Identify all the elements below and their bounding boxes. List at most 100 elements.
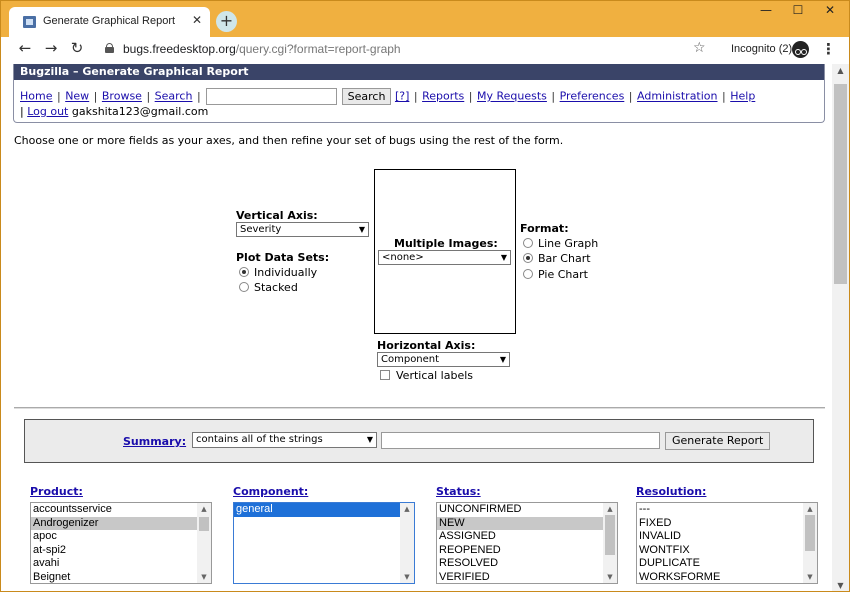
scroll-up-icon[interactable]: ▲ bbox=[400, 505, 414, 513]
list-item[interactable]: RESOLVED bbox=[437, 557, 603, 571]
back-icon[interactable]: ← bbox=[15, 39, 35, 57]
scroll-down-icon[interactable]: ▼ bbox=[603, 573, 617, 581]
listbox-scrollbar[interactable]: ▲ ▼ bbox=[603, 503, 617, 583]
list-item[interactable]: NEW bbox=[437, 516, 603, 530]
lock-icon[interactable] bbox=[105, 43, 114, 53]
vertical-axis-value: Severity bbox=[240, 224, 282, 235]
status-label[interactable]: Status: bbox=[436, 485, 481, 498]
list-item[interactable]: VERIFIED bbox=[437, 571, 603, 584]
star-icon[interactable]: ☆ bbox=[693, 40, 706, 56]
summary-label[interactable]: Summary: bbox=[123, 435, 186, 448]
page-scrollbar[interactable]: ▲ ▼ bbox=[832, 64, 849, 591]
status-listbox[interactable]: UNCONFIRMED NEW ASSIGNED REOPENED RESOLV… bbox=[436, 502, 618, 584]
nav-new[interactable]: New bbox=[65, 90, 89, 103]
nav-my-requests[interactable]: My Requests bbox=[477, 90, 547, 103]
component-listbox[interactable]: general ▲ ▼ bbox=[233, 502, 415, 584]
list-item[interactable]: --- bbox=[637, 503, 803, 517]
incognito-label[interactable]: Incognito (2) bbox=[731, 43, 792, 55]
bugzilla-header: Bugzilla – Generate Graphical Report Hom… bbox=[13, 64, 825, 123]
scroll-down-icon[interactable]: ▼ bbox=[832, 581, 849, 590]
tab-title: Generate Graphical Report bbox=[43, 15, 176, 27]
maximize-button[interactable]: ☐ bbox=[783, 3, 813, 17]
search-help-link[interactable]: [?] bbox=[395, 90, 409, 103]
list-item[interactable]: ASSIGNED bbox=[437, 530, 603, 544]
list-item[interactable]: avahi bbox=[31, 557, 197, 571]
divider bbox=[14, 407, 825, 409]
product-listbox[interactable]: accountsservice Androgenizer apoc at-spi… bbox=[30, 502, 212, 584]
list-item[interactable]: FIXED bbox=[637, 517, 803, 531]
nav-browse[interactable]: Browse bbox=[102, 90, 142, 103]
listbox-scrollbar[interactable]: ▲ ▼ bbox=[400, 503, 414, 583]
vertical-axis-select[interactable]: Severity ▼ bbox=[236, 222, 369, 237]
list-item[interactable]: Androgenizer bbox=[31, 516, 197, 530]
nav-preferences[interactable]: Preferences bbox=[560, 90, 625, 103]
scroll-thumb[interactable] bbox=[199, 517, 209, 531]
generate-report-button[interactable]: Generate Report bbox=[665, 432, 771, 450]
radio-selected-icon bbox=[523, 253, 533, 263]
list-item[interactable]: Beignet bbox=[31, 571, 197, 584]
product-label[interactable]: Product: bbox=[30, 485, 83, 498]
list-item[interactable]: WONTFIX bbox=[637, 544, 803, 558]
scroll-thumb[interactable] bbox=[605, 515, 615, 555]
summary-box: Summary: contains all of the strings ▼ Ge… bbox=[24, 419, 814, 463]
scroll-up-icon[interactable]: ▲ bbox=[197, 505, 211, 513]
listbox-scrollbar[interactable]: ▲ ▼ bbox=[803, 503, 817, 583]
summary-mode-select[interactable]: contains all of the strings ▼ bbox=[192, 432, 377, 448]
list-item[interactable]: at-spi2 bbox=[31, 544, 197, 558]
list-item[interactable]: DUPLICATE bbox=[637, 557, 803, 571]
menu-icon[interactable]: ⋮ bbox=[821, 40, 836, 58]
incognito-icon[interactable] bbox=[792, 41, 809, 58]
scroll-down-icon[interactable]: ▼ bbox=[803, 573, 817, 581]
resolution-label[interactable]: Resolution: bbox=[636, 485, 706, 498]
address-bar[interactable]: bugs.freedesktop.org/query.cgi?format=re… bbox=[123, 42, 401, 56]
list-item[interactable]: apoc bbox=[31, 530, 197, 544]
list-item[interactable]: WORKSFORME bbox=[637, 571, 803, 584]
format-pie-chart-radio[interactable]: Pie Chart bbox=[523, 268, 588, 281]
nav-reports[interactable]: Reports bbox=[422, 90, 464, 103]
list-item[interactable]: UNCONFIRMED bbox=[437, 503, 603, 517]
format-line-graph-radio[interactable]: Line Graph bbox=[523, 237, 598, 250]
list-item[interactable]: accountsservice bbox=[31, 503, 197, 517]
new-tab-button[interactable]: + bbox=[216, 11, 237, 32]
multiple-images-value: <none> bbox=[382, 252, 424, 263]
listbox-scrollbar[interactable]: ▲ ▼ bbox=[197, 503, 211, 583]
plot-individually-radio[interactable]: Individually bbox=[239, 266, 317, 279]
browser-tab[interactable]: Generate Graphical Report ✕ bbox=[9, 7, 210, 38]
logout-link[interactable]: Log out bbox=[27, 105, 68, 118]
tab-close-icon[interactable]: ✕ bbox=[192, 13, 202, 27]
component-label[interactable]: Component: bbox=[233, 485, 308, 498]
format-label: Format: bbox=[520, 222, 569, 235]
scroll-down-icon[interactable]: ▼ bbox=[197, 573, 211, 581]
quick-search-input[interactable] bbox=[206, 88, 338, 105]
scroll-down-icon[interactable]: ▼ bbox=[400, 573, 414, 581]
nav-administration[interactable]: Administration bbox=[637, 90, 718, 103]
nav-home[interactable]: Home bbox=[20, 90, 52, 103]
list-item[interactable]: INVALID bbox=[637, 530, 803, 544]
format-bar-chart-radio[interactable]: Bar Chart bbox=[523, 252, 591, 265]
scroll-thumb[interactable] bbox=[834, 84, 847, 284]
nav-help[interactable]: Help bbox=[730, 90, 755, 103]
resolution-listbox[interactable]: --- FIXED INVALID WONTFIX DUPLICATE WORK… bbox=[636, 502, 818, 584]
search-button[interactable]: Search bbox=[341, 88, 392, 105]
browser-titlebar: Generate Graphical Report ✕ + — ☐ ✕ bbox=[0, 0, 850, 38]
multiple-images-label: Multiple Images: bbox=[394, 237, 498, 250]
summary-input[interactable] bbox=[381, 432, 660, 449]
scroll-up-icon[interactable]: ▲ bbox=[803, 505, 817, 513]
user-email: gakshita123@gmail.com bbox=[71, 105, 209, 118]
reload-icon[interactable]: ↻ bbox=[67, 39, 87, 57]
scroll-up-icon[interactable]: ▲ bbox=[603, 505, 617, 513]
chevron-down-icon: ▼ bbox=[499, 355, 506, 364]
radio-label: Line Graph bbox=[538, 237, 599, 250]
vertical-labels-checkbox[interactable]: Vertical labels bbox=[380, 369, 473, 382]
scroll-thumb[interactable] bbox=[805, 515, 815, 551]
minimize-button[interactable]: — bbox=[751, 3, 781, 17]
scroll-up-icon[interactable]: ▲ bbox=[832, 66, 849, 75]
horizontal-axis-select[interactable]: Component ▼ bbox=[377, 352, 510, 367]
list-item[interactable]: REOPENED bbox=[437, 544, 603, 558]
multiple-images-select[interactable]: <none> ▼ bbox=[378, 250, 511, 265]
nav-search[interactable]: Search bbox=[155, 90, 193, 103]
plot-stacked-radio[interactable]: Stacked bbox=[239, 281, 298, 294]
close-window-button[interactable]: ✕ bbox=[815, 3, 845, 17]
forward-icon[interactable]: → bbox=[41, 39, 61, 57]
list-item[interactable]: general bbox=[234, 503, 400, 517]
